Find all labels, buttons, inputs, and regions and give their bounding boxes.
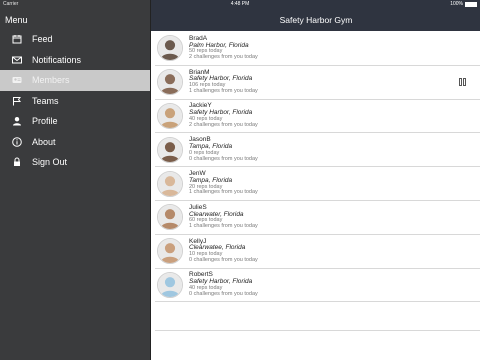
battery-percent: 100% bbox=[450, 1, 463, 7]
envelope-icon bbox=[11, 54, 22, 65]
member-avatar bbox=[157, 69, 183, 96]
sidebar-item-label: Notifications bbox=[32, 54, 82, 65]
member-avatar bbox=[157, 35, 183, 62]
member-avatar bbox=[157, 136, 183, 163]
sidebar-item-sign-out[interactable]: Sign Out bbox=[0, 152, 150, 173]
info-icon bbox=[11, 136, 22, 147]
member-challenges: 2 challenges from you today bbox=[189, 54, 258, 61]
members-icon bbox=[11, 75, 22, 86]
member-row[interactable]: RobertS Safety Harbor, Florida 40 reps tod… bbox=[155, 269, 480, 303]
sidebar-item-about[interactable]: About bbox=[0, 132, 150, 153]
sidebar-item-teams[interactable]: Teams bbox=[0, 91, 150, 112]
member-avatar bbox=[157, 271, 183, 298]
member-info: JulieS Clearwater, Florida 60 reps today 1 … bbox=[189, 204, 258, 230]
battery-icon bbox=[465, 1, 477, 7]
member-info: BradA Palm Harbor, Florida 50 reps today 2 … bbox=[189, 35, 258, 61]
main-panel: Safety Harbor Gym BradA Palm Harbor, Flor… bbox=[150, 0, 480, 360]
sidebar-item-label: Members bbox=[32, 75, 70, 86]
member-challenges: 1 challenges from you today bbox=[189, 189, 258, 196]
member-challenges: 1 challenges from you today bbox=[189, 88, 258, 94]
member-info: BrianM Safety Harbor, Florida 106 reps tod… bbox=[189, 69, 258, 95]
list-divider bbox=[155, 330, 480, 331]
member-challenges: 2 challenges from you today bbox=[189, 121, 258, 128]
calendar-icon bbox=[11, 34, 22, 45]
member-avatar bbox=[157, 170, 183, 197]
member-info: JenW Tampa, Florida 20 reps today 1 challen… bbox=[189, 170, 258, 196]
sidebar-item-label: Sign Out bbox=[32, 157, 68, 168]
member-avatar bbox=[157, 238, 183, 265]
member-avatar bbox=[157, 102, 183, 129]
member-info: JasonB Tampa, Florida 0 reps today 0 challe… bbox=[189, 136, 258, 162]
member-row[interactable]: JasonB Tampa, Florida 0 reps today 0 challe… bbox=[155, 133, 480, 168]
sidebar: Menu Feed Notifications Members Teams Pr… bbox=[0, 0, 150, 360]
member-row[interactable]: BrianM Safety Harbor, Florida 106 reps tod… bbox=[155, 66, 480, 100]
sidebar-item-profile[interactable]: Profile bbox=[0, 111, 150, 132]
sidebar-item-notifications[interactable]: Notifications bbox=[0, 50, 150, 71]
sidebar-title: Menu bbox=[5, 15, 28, 25]
lock-icon bbox=[11, 157, 22, 168]
sidebar-item-label: Feed bbox=[32, 34, 53, 45]
pause-icon[interactable] bbox=[459, 77, 467, 86]
member-list[interactable]: BradA Palm Harbor, Florida 50 reps today 2 … bbox=[155, 32, 480, 303]
member-row[interactable]: JenW Tampa, Florida 20 reps today 1 challen… bbox=[155, 167, 480, 201]
flag-icon bbox=[11, 95, 22, 106]
member-challenges: 0 challenges from you today bbox=[189, 256, 258, 263]
battery-indicator: 100% bbox=[450, 1, 477, 7]
sidebar-item-label: Profile bbox=[32, 116, 58, 127]
member-row[interactable]: KellyJ Clearwatee, Florida 10 reps today 0 … bbox=[155, 235, 480, 269]
status-bar: Carrier 4:48 PM 100% bbox=[0, 0, 480, 8]
member-row[interactable]: BradA Palm Harbor, Florida 50 reps today 2 … bbox=[155, 32, 480, 66]
sidebar-item-label: Teams bbox=[32, 95, 59, 106]
member-info: KellyJ Clearwatee, Florida 10 reps today 0 … bbox=[189, 238, 258, 264]
member-row[interactable]: JulieS Clearwater, Florida 60 reps today 1 … bbox=[155, 201, 480, 235]
sidebar-menu: Feed Notifications Members Teams Profile bbox=[0, 29, 150, 173]
member-challenges: 1 challenges from you today bbox=[189, 223, 258, 230]
page-title: Safety Harbor Gym bbox=[279, 15, 353, 25]
person-icon bbox=[11, 116, 22, 127]
member-row[interactable]: JackieY Safety Harbor, Florida 40 reps tod… bbox=[155, 100, 480, 134]
member-info: JackieY Safety Harbor, Florida 40 reps tod… bbox=[189, 103, 258, 128]
sidebar-item-members[interactable]: Members bbox=[0, 70, 150, 91]
sidebar-item-feed[interactable]: Feed bbox=[0, 29, 150, 50]
sidebar-item-label: About bbox=[32, 136, 56, 147]
member-info: RobertS Safety Harbor, Florida 40 reps tod… bbox=[189, 272, 258, 297]
member-challenges: 0 challenges from you today bbox=[189, 290, 258, 297]
member-challenges: 0 challenges from you today bbox=[189, 155, 258, 162]
status-time: 4:48 PM bbox=[230, 1, 250, 7]
member-avatar bbox=[157, 204, 183, 231]
